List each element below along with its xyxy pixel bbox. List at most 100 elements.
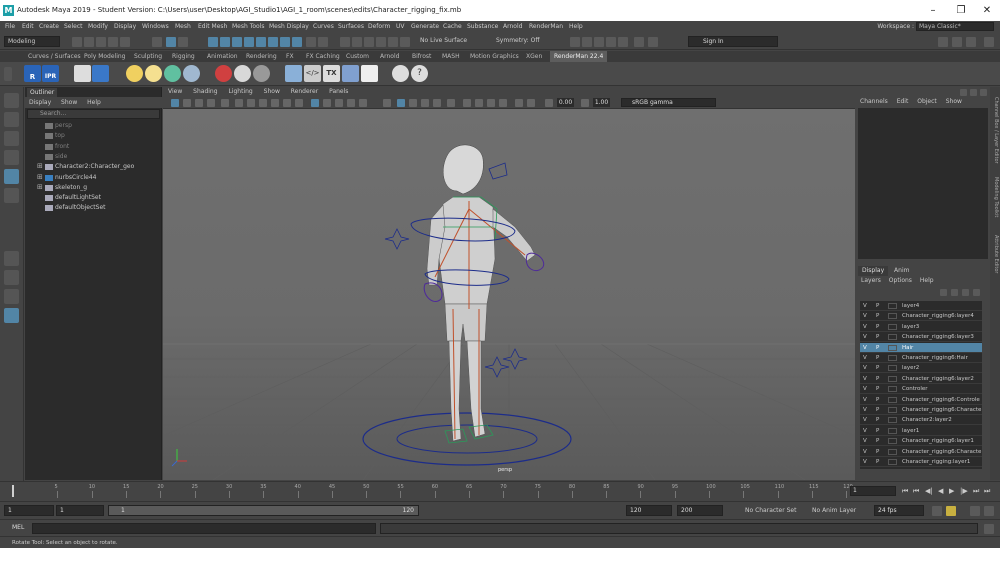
expand-icon[interactable]: ⊞ xyxy=(37,163,44,170)
shadows-icon[interactable] xyxy=(397,99,405,107)
layer-playback-toggle[interactable]: P xyxy=(876,395,879,405)
rotate-tool-icon[interactable] xyxy=(4,169,19,184)
grid-layout-icon[interactable] xyxy=(952,37,962,47)
tab-sculpting[interactable]: Sculpting xyxy=(130,51,166,62)
layer-menu-layers[interactable]: Layers xyxy=(861,277,881,284)
layer-color-swatch[interactable] xyxy=(888,407,897,413)
mel-label[interactable]: MEL xyxy=(12,524,24,531)
outliner-item[interactable]: ⊞ nurbsCircle44 xyxy=(25,173,155,183)
renderman-playblast-icon[interactable] xyxy=(92,65,109,82)
playback-start-field[interactable]: 1 xyxy=(56,505,104,516)
snap-point-icon[interactable] xyxy=(232,37,242,47)
safe-action-icon[interactable] xyxy=(283,99,291,107)
create-empty-layer-icon[interactable] xyxy=(962,289,969,296)
outliner-item[interactable]: ⊞ Character2:Character_geo xyxy=(25,162,155,172)
layer-row[interactable]: V P Hair xyxy=(860,342,982,353)
tool-settings-icon[interactable] xyxy=(618,37,628,47)
film-gate-icon[interactable] xyxy=(235,99,243,107)
layer-row[interactable]: V P Character_rigging:layer1 xyxy=(860,457,982,467)
menu-curves[interactable]: Curves xyxy=(313,21,334,33)
tab-motion-graphics[interactable]: Motion Graphics xyxy=(466,51,523,62)
single-perspective-layout-icon[interactable] xyxy=(4,251,19,266)
layer-playback-toggle[interactable]: P xyxy=(876,322,879,332)
tab-poly-modeling[interactable]: Poly Modeling xyxy=(80,51,130,62)
gate-mask-icon[interactable] xyxy=(259,99,267,107)
layer-row[interactable]: V P Character_rigging6:layer3 xyxy=(860,332,982,343)
channel-box-area[interactable] xyxy=(858,108,988,259)
cube-icon[interactable] xyxy=(285,65,302,82)
four-view-layout-icon[interactable] xyxy=(4,270,19,285)
sun-light-icon[interactable] xyxy=(145,65,162,82)
new-scene-icon[interactable] xyxy=(72,37,82,47)
hud-icon[interactable] xyxy=(515,99,523,107)
current-frame-field[interactable]: 1 xyxy=(850,486,896,496)
menu-uv[interactable]: UV xyxy=(396,21,405,33)
layer-visibility-toggle[interactable]: V xyxy=(863,436,867,446)
renderman-preset-icon[interactable] xyxy=(74,65,91,82)
render-frame-icon[interactable] xyxy=(340,37,350,47)
textured-icon[interactable] xyxy=(359,99,367,107)
layer-menu-options[interactable]: Options xyxy=(889,277,912,284)
snap-vertex-icon[interactable] xyxy=(268,37,278,47)
sound-icon[interactable] xyxy=(970,506,980,516)
outliner-menu-display[interactable]: Display xyxy=(29,99,51,106)
step-forward-key-button[interactable]: ⏭ xyxy=(973,487,979,495)
side-tab-channel-box[interactable]: Channel Box / Layer Editor xyxy=(991,97,999,164)
layer-row[interactable]: V P Character_rigging6:Hair xyxy=(860,353,982,363)
expand-icon[interactable]: ⊞ xyxy=(37,173,44,181)
outliner-menu-show[interactable]: Show xyxy=(61,99,77,106)
render-sequence-icon[interactable] xyxy=(400,37,410,47)
menu-select[interactable]: Select xyxy=(64,21,83,33)
menu-display[interactable]: Display xyxy=(114,21,136,33)
current-time-indicator[interactable] xyxy=(12,485,14,497)
layer-row[interactable]: V P Character_rigging6:Controle xyxy=(860,395,982,405)
layer-visibility-toggle[interactable]: V xyxy=(863,301,867,311)
maximize-button[interactable]: ❐ xyxy=(948,0,974,21)
layer-row[interactable]: V P Character_rigging6:layer4 xyxy=(860,311,982,322)
tab-fx-caching[interactable]: FX Caching xyxy=(302,51,344,62)
layer-playback-toggle[interactable]: P xyxy=(876,353,879,363)
select-tool-icon[interactable] xyxy=(4,93,19,108)
layer-row[interactable]: V P Character_rigging6:Characte xyxy=(860,447,982,457)
character-shorts[interactable] xyxy=(444,303,488,342)
layer-row[interactable]: V Player3 xyxy=(860,322,982,332)
pxr-disney-icon[interactable] xyxy=(253,65,270,82)
viewport-menu-renderer[interactable]: Renderer xyxy=(291,88,318,95)
layer-color-swatch[interactable] xyxy=(888,375,897,382)
snap-curve-icon[interactable] xyxy=(220,37,230,47)
move-layer-down-icon[interactable] xyxy=(951,289,958,296)
use-all-lights-icon[interactable] xyxy=(383,99,391,107)
menu-modify[interactable]: Modify xyxy=(88,21,108,33)
layer-color-swatch[interactable] xyxy=(888,313,897,320)
depth-of-field-icon[interactable] xyxy=(447,99,455,107)
move-tool-icon[interactable] xyxy=(4,150,19,165)
menu-mesh-tools[interactable]: Mesh Tools xyxy=(232,21,264,33)
anim-layer-dropdown[interactable]: No Anim Layer xyxy=(812,507,856,514)
layer-color-swatch[interactable] xyxy=(888,323,897,330)
channel-box-menu-edit[interactable]: Edit xyxy=(897,98,909,105)
render-view-icon[interactable] xyxy=(388,37,398,47)
code-icon[interactable]: </> xyxy=(304,65,321,82)
range-slider[interactable]: 1 120 xyxy=(108,505,419,516)
layer-playback-toggle[interactable]: P xyxy=(876,343,879,353)
layer-row[interactable]: V P Character2:layer2 xyxy=(860,415,982,426)
color-space-dropdown[interactable]: sRGB gamma xyxy=(621,98,716,107)
light-sphere-icon[interactable] xyxy=(126,65,143,82)
viewport-scene[interactable] xyxy=(163,109,855,480)
safe-title-icon[interactable] xyxy=(295,99,303,107)
xray-components-icon[interactable] xyxy=(499,99,507,107)
lock-icon[interactable] xyxy=(306,37,316,47)
layer-visibility-toggle[interactable]: V xyxy=(863,374,867,384)
render-settings-icon[interactable] xyxy=(364,37,374,47)
tab-display-layers[interactable]: Display xyxy=(858,266,889,276)
anti-aliasing-icon[interactable] xyxy=(433,99,441,107)
playback-end-field[interactable]: 120 xyxy=(626,505,672,516)
tab-anim-layers[interactable]: Anim xyxy=(890,266,913,276)
attribute-editor-icon[interactable] xyxy=(606,37,616,47)
channel-box-float-icon[interactable] xyxy=(970,89,977,96)
layer-color-swatch[interactable] xyxy=(888,355,897,361)
select-component-icon[interactable] xyxy=(178,37,188,47)
layer-row[interactable]: V Player2 xyxy=(860,363,982,374)
undo-icon[interactable] xyxy=(108,37,118,47)
layer-playback-toggle[interactable]: P xyxy=(876,311,879,321)
